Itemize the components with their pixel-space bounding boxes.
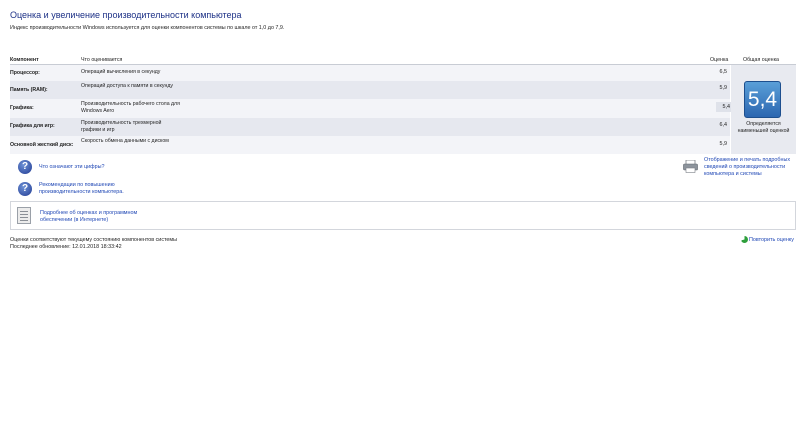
component-score: 6,5 [719,69,728,75]
table-row: Графика для игр: Производительность трех… [10,118,730,136]
component-description: Производительность рабочего стола для Wi… [81,101,180,114]
component-label: Графика для игр: [10,123,55,129]
what-numbers-link[interactable]: Что означают эти цифры? [39,164,104,171]
table-row: Графика: Производительность рабочего сто… [10,99,733,118]
status-updated: Последнее обновление: 12.01.2018 18:33:4… [10,244,122,250]
header-score: Оценка [710,57,729,63]
status-text: Оценки соответствуют текущему состоянию … [10,237,177,251]
component-score: 5,9 [719,141,728,147]
table-row: Память (RAM): Операций доступа к памяти … [10,81,730,99]
component-description: Производительность трехмерной графики и … [81,120,162,133]
table-row: Основной жесткий диск: Скорость обмена д… [10,136,730,154]
base-score-badge: 5,4 [744,81,781,118]
component-label: Память (RAM): [10,87,48,93]
printer-icon [683,160,698,173]
score-table: Процессор: Операций вычисления в секунду… [10,65,733,154]
component-score: 5,9 [719,85,728,91]
header-component: Компонент [10,57,39,63]
component-description: Операций доступа к памяти в секунду [81,83,173,89]
table-row: Процессор: Операций вычисления в секунду… [10,65,730,81]
base-score-panel: 5,4 Определяется наименьшей оценкой [731,65,796,154]
component-description: Скорость обмена данными с диском [81,138,169,144]
header-what: Что оценивается [81,57,123,63]
base-score-note: Определяется наименьшей оценкой [737,121,790,134]
component-score: 6,4 [719,122,728,128]
component-label: Графика: [10,105,34,111]
rerun-assessment-link[interactable]: Повторить оценку [749,237,794,244]
component-description: Операций вычисления в секунду [81,69,161,75]
component-label: Процессор: [10,70,40,76]
status-current: Оценки соответствуют текущему состоянию … [10,237,177,243]
details-box: Подробнее об оценках и программном обесп… [10,201,796,230]
print-details-link[interactable]: Отображение и печать подробных сведений … [704,157,798,178]
help-icon: ? [18,160,32,174]
component-label: Основной жесткий диск: [10,142,74,148]
tips-link[interactable]: Рекомендации по повышению производительн… [39,182,159,196]
refresh-icon[interactable] [741,236,748,243]
help-icon: ? [18,182,32,196]
details-online-link[interactable]: Подробнее об оценках и программном обесп… [40,210,160,224]
page-title: Оценка и увеличение производительности к… [10,10,242,20]
intro-text: Индекс производительности Windows исполь… [10,25,285,31]
document-icon [17,207,31,224]
header-base-score: Общая оценка [743,57,779,63]
